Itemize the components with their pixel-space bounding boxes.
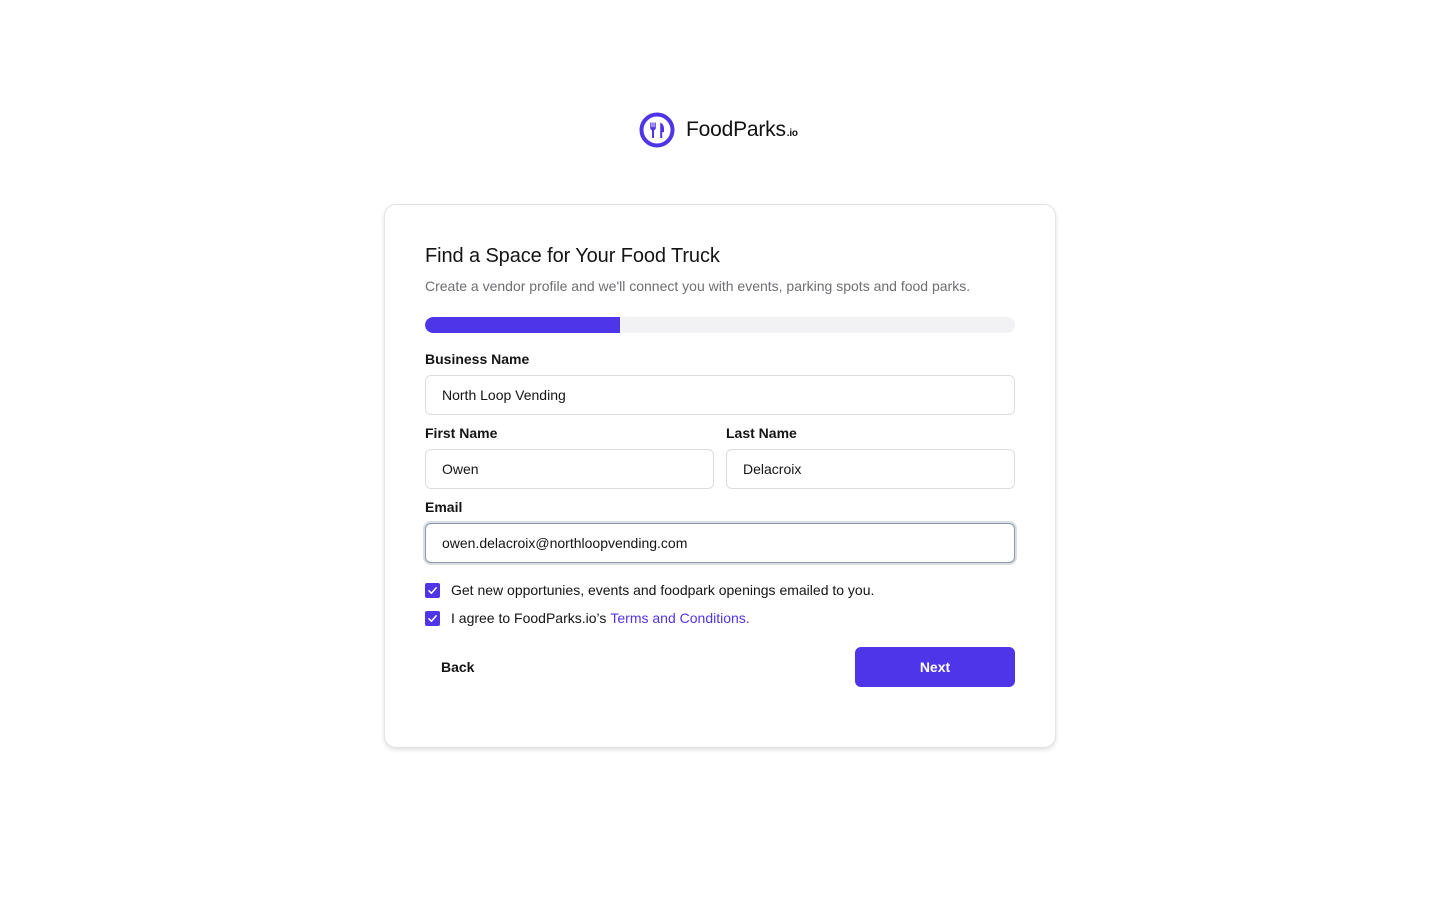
progress-bar-fill bbox=[425, 317, 620, 333]
brand-name: FoodParks.io bbox=[686, 118, 798, 141]
first-name-input[interactable] bbox=[425, 449, 714, 489]
email-input[interactable] bbox=[425, 523, 1015, 563]
terms-label: I agree to FoodParks.io’s bbox=[451, 610, 607, 626]
terms-row: I agree to FoodParks.io’s Terms and Cond… bbox=[425, 610, 750, 626]
next-button[interactable]: Next bbox=[855, 647, 1015, 687]
last-name-label: Last Name bbox=[726, 425, 797, 441]
fork-knife-icon bbox=[639, 112, 675, 148]
email-label: Email bbox=[425, 499, 463, 515]
brand-logo: FoodParks.io bbox=[639, 112, 798, 148]
opt-in-row: Get new opportunies, events and foodpark… bbox=[425, 582, 874, 598]
terms-checkbox[interactable] bbox=[425, 610, 440, 626]
brand-suffix: .io bbox=[786, 128, 798, 139]
back-button[interactable]: Back bbox=[425, 647, 490, 687]
last-name-input[interactable] bbox=[726, 449, 1015, 489]
checkmark-icon bbox=[428, 586, 437, 594]
form-title: Find a Space for Your Food Truck bbox=[425, 245, 720, 267]
opt-in-label: Get new opportunies, events and foodpark… bbox=[451, 582, 875, 598]
business-name-label: Business Name bbox=[425, 351, 530, 367]
checkmark-icon bbox=[428, 614, 437, 622]
opt-in-checkbox[interactable] bbox=[425, 582, 440, 598]
progress-bar bbox=[425, 317, 1015, 333]
business-name-input[interactable] bbox=[425, 375, 1015, 415]
form-subtitle: Create a vendor profile and we'll connec… bbox=[425, 278, 971, 294]
first-name-label: First Name bbox=[425, 425, 498, 441]
terms-link[interactable]: Terms and Conditions. bbox=[610, 610, 749, 626]
signup-card: Find a Space for Your Food Truck Create … bbox=[384, 204, 1056, 748]
